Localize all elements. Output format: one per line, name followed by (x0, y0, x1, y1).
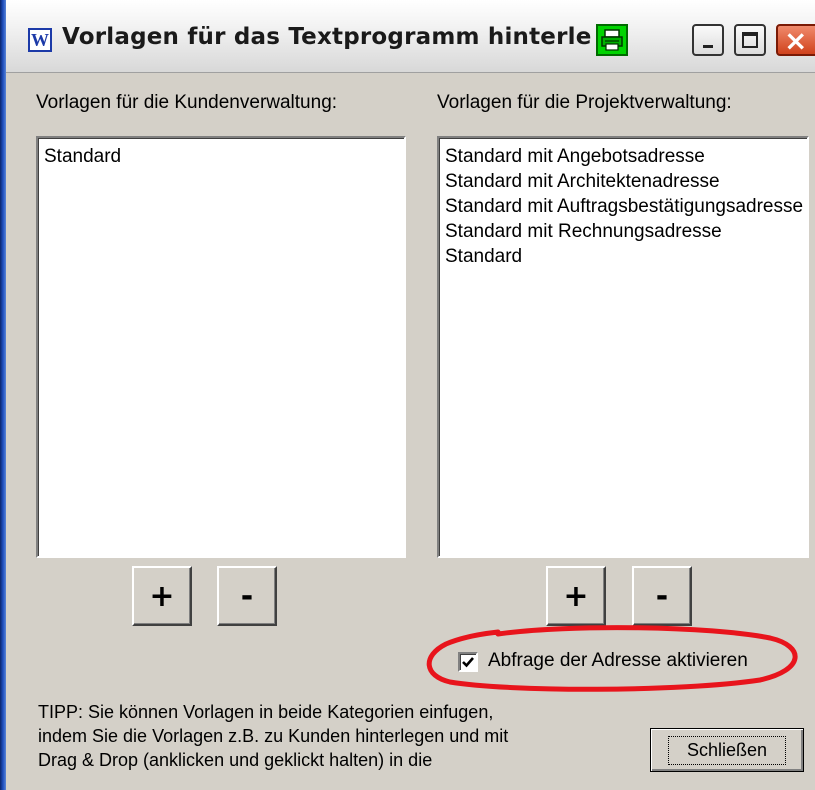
address-query-label[interactable]: Abfrage der Adresse aktivieren (488, 650, 748, 672)
list-item[interactable]: Standard (445, 244, 807, 269)
list-item[interactable]: Standard mit Architektenadresse (445, 169, 807, 194)
kundenverwaltung-label: Vorlagen für die Kundenverwaltung: (36, 92, 338, 113)
title-bar[interactable]: W Vorlagen für das Textprogramm hinterle… (6, 0, 815, 73)
tip-line: indem Sie die Vorlagen z.B. zu Kunden hi… (38, 726, 509, 746)
close-icon: × (784, 24, 808, 57)
remove-projekt-vorlage-button[interactable]: - (632, 566, 692, 626)
close-button[interactable]: Schließen (650, 728, 804, 772)
checkmark-icon (462, 657, 474, 668)
list-item[interactable]: Standard mit Angebotsadresse (445, 144, 807, 169)
window-title: Vorlagen für das Textprogramm hinterlege (62, 24, 592, 50)
tip-text: TIPP: Sie können Vorlagen in beide Kateg… (38, 700, 598, 772)
tip-line: Drag & Drop (anklicken und geklickt halt… (38, 750, 433, 770)
tip-line: TIPP: Sie können Vorlagen in beide Kateg… (38, 702, 494, 722)
word-app-icon[interactable]: W (28, 28, 52, 52)
add-kunden-vorlage-button[interactable]: + (132, 566, 192, 626)
kunden-vorlagen-list[interactable]: Standard (36, 136, 406, 558)
list-item[interactable]: Standard (44, 144, 404, 169)
list-item[interactable]: Standard mit Auftragsbestätigungsadresse (445, 194, 807, 219)
minimize-icon (703, 45, 713, 48)
printer-icon[interactable] (596, 24, 628, 56)
minimize-button[interactable] (692, 24, 724, 56)
remove-kunden-vorlage-button[interactable]: - (217, 566, 277, 626)
address-query-checkbox[interactable] (458, 652, 478, 672)
maximize-icon (742, 32, 758, 48)
close-window-button[interactable]: × (776, 24, 815, 57)
add-projekt-vorlage-button[interactable]: + (546, 566, 606, 626)
projekt-vorlagen-list[interactable]: Standard mit Angebotsadresse Standard mit… (437, 136, 809, 558)
dialog-window: W Vorlagen für das Textprogramm hinterle… (0, 0, 815, 790)
projektverwaltung-label: Vorlagen für die Projektverwaltung: (437, 92, 732, 113)
window-border (0, 0, 6, 790)
close-button-label: Schließen (667, 735, 787, 765)
list-item[interactable]: Standard mit Rechnungsadresse (445, 219, 807, 244)
maximize-button[interactable] (734, 24, 766, 56)
